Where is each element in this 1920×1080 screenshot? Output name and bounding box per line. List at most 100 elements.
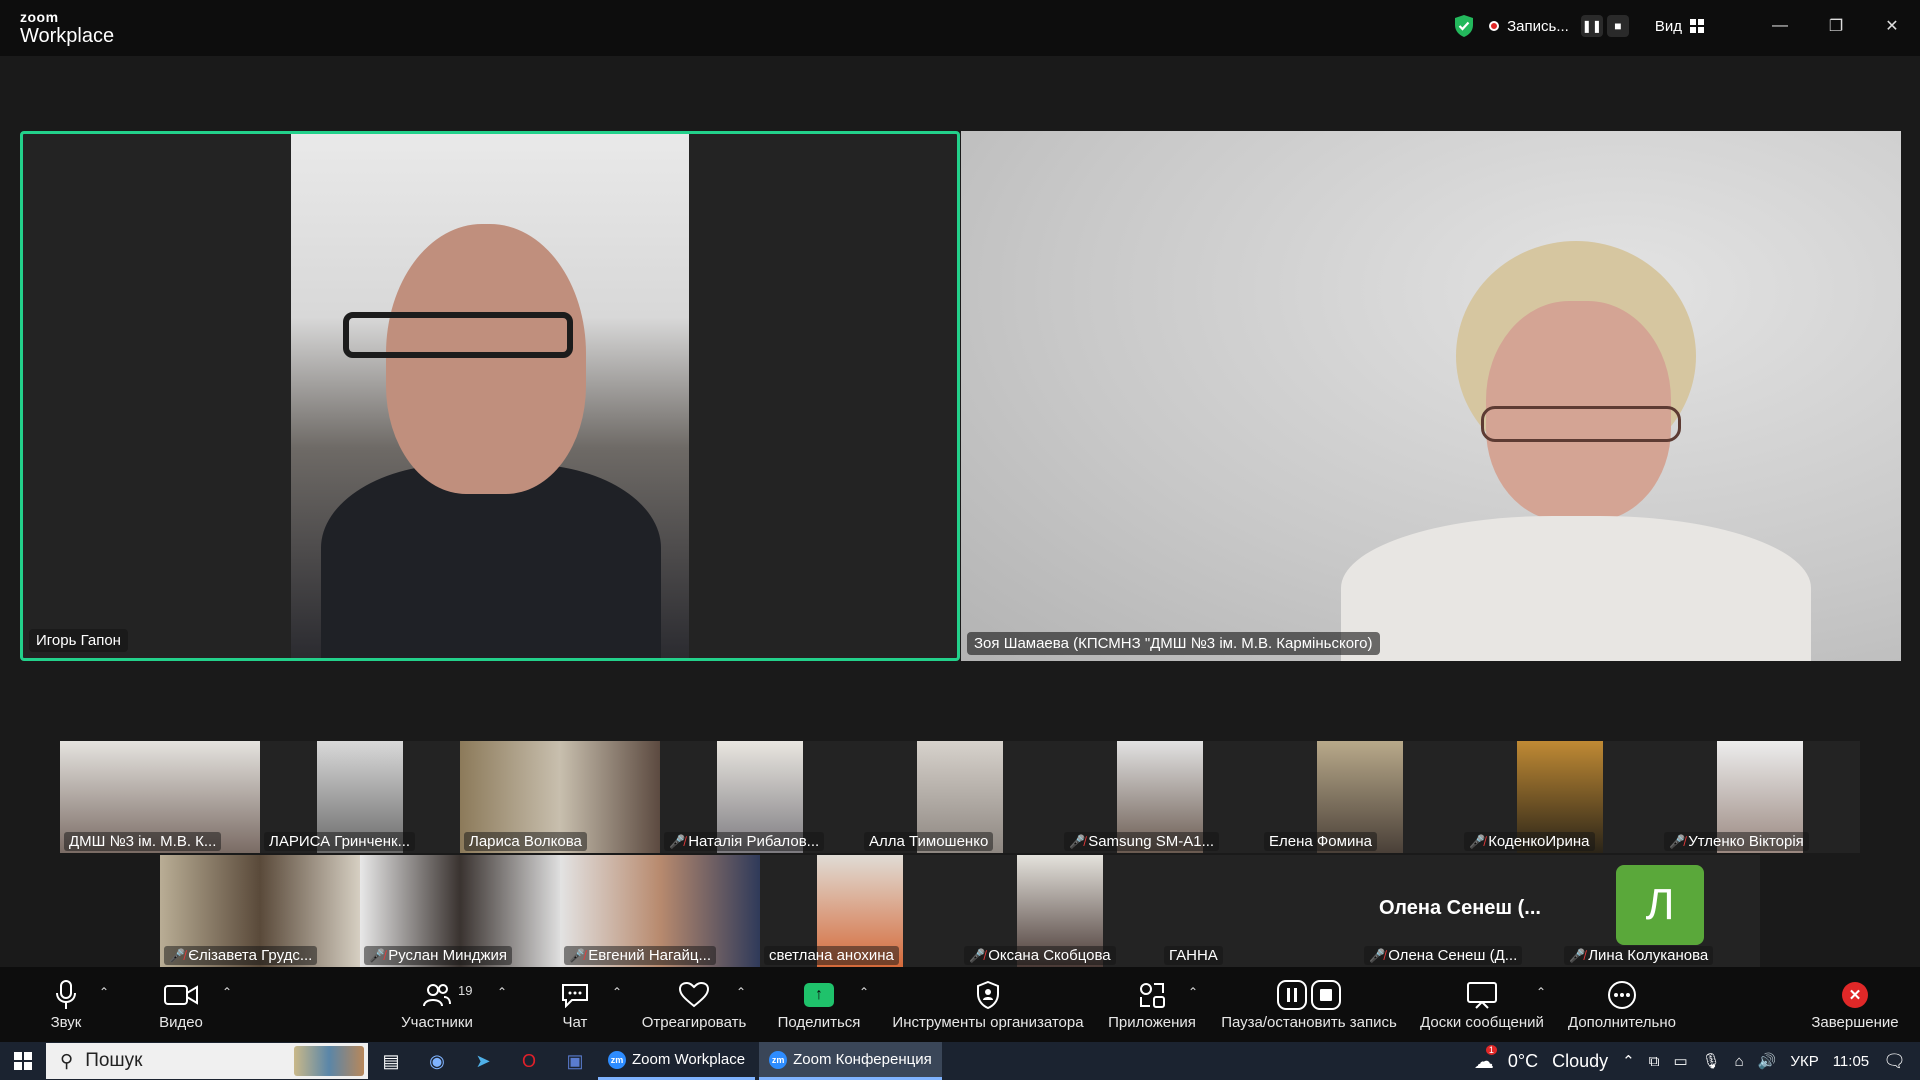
telegram-icon[interactable]: ➤ bbox=[460, 1042, 506, 1080]
participants-button[interactable]: Участники bbox=[398, 967, 476, 1042]
host-tools-button[interactable]: Инструменты организатора bbox=[890, 967, 1086, 1042]
participant-tile[interactable]: 🎤̸ Samsung SM-A1... bbox=[1060, 741, 1260, 853]
meet-now-icon[interactable]: ⧉ bbox=[1649, 1053, 1660, 1070]
participants-count: 19 bbox=[458, 983, 473, 998]
share-options-chevron-icon[interactable]: ⌃ bbox=[859, 985, 869, 999]
participant-tile[interactable]: ДМШ №3 ім. М.В. К... bbox=[60, 741, 260, 853]
recording-label[interactable]: Запись... bbox=[1507, 18, 1569, 35]
participant-name: 🎤̸ Евгений Нагайц... bbox=[564, 946, 716, 965]
mic-muted-icon: 🎤̸ bbox=[569, 948, 586, 963]
search-icon: ⚲ bbox=[60, 1050, 74, 1071]
mic-muted-icon: 🎤̸ bbox=[1569, 948, 1586, 963]
participant-tile[interactable]: 🎤̸ Утленко Вікторія bbox=[1660, 741, 1860, 853]
more-button[interactable]: Дополнительно bbox=[1566, 967, 1678, 1042]
participant-name: ДМШ №3 ім. М.В. К... bbox=[64, 832, 222, 851]
taskbar-search[interactable]: ⚲ Пошук bbox=[46, 1043, 368, 1079]
encryption-shield-icon[interactable] bbox=[1453, 14, 1475, 38]
react-options-chevron-icon[interactable]: ⌃ bbox=[736, 985, 746, 999]
input-language[interactable]: УКР bbox=[1790, 1053, 1818, 1070]
opera-icon[interactable]: O bbox=[506, 1042, 552, 1080]
app-logo: zoom Workplace bbox=[20, 10, 114, 46]
app-icon[interactable]: ▣ bbox=[552, 1042, 598, 1080]
share-screen-button[interactable]: ↑ Поделиться bbox=[776, 967, 862, 1042]
participant-name: 🎤̸ Руслан Минджия bbox=[364, 946, 513, 965]
whiteboard-icon bbox=[1467, 982, 1497, 1009]
notifications-icon[interactable]: 🗨 bbox=[1883, 1051, 1906, 1072]
participant-tile[interactable]: ГАННА bbox=[1160, 855, 1360, 967]
copilot-icon[interactable]: ◉ bbox=[414, 1042, 460, 1080]
mic-muted-icon: 🎤̸ bbox=[1469, 834, 1486, 849]
end-meeting-button[interactable]: ✕ Завершение bbox=[1810, 967, 1900, 1042]
participant-name: Лариса Волкова bbox=[464, 832, 587, 851]
whiteboards-button[interactable]: Доски сообщений bbox=[1416, 967, 1548, 1042]
taskbar-app-label: Zoom Конференция bbox=[793, 1051, 932, 1068]
gallery-row-1: ДМШ №3 ім. М.В. К... ЛАРИСА Гринченк... … bbox=[0, 741, 1920, 853]
mic-muted-icon: 🎤̸ bbox=[1069, 834, 1086, 849]
participant-tile[interactable]: Л 🎤̸ Лина Колуканова bbox=[1560, 855, 1760, 967]
participant-tile[interactable]: Олена Сенеш (... 🎤̸ Олена Сенеш (Д... bbox=[1360, 855, 1560, 967]
chat-options-chevron-icon[interactable]: ⌃ bbox=[612, 985, 622, 999]
task-view-icon[interactable]: ▤ bbox=[368, 1042, 414, 1080]
participant-tile[interactable]: 🎤̸ КоденкоИрина bbox=[1460, 741, 1660, 853]
speaker-video-2[interactable]: Зоя Шамаева (КПСМНЗ "ДМШ №3 ім. М.В. Кар… bbox=[961, 131, 1901, 661]
participant-tile[interactable]: Алла Тимошенко bbox=[860, 741, 1060, 853]
mic-muted-icon: 🎤̸ bbox=[369, 948, 386, 963]
participant-name: 🎤̸ Єлізавета Грудс... bbox=[164, 946, 318, 965]
react-button[interactable]: Отреагировать bbox=[640, 967, 748, 1042]
weather-badge: 1 bbox=[1485, 1044, 1497, 1055]
tray-overflow-chevron-icon[interactable]: ⌃ bbox=[1622, 1052, 1635, 1070]
minimize-button[interactable]: — bbox=[1752, 0, 1808, 52]
brand-large: Workplace bbox=[20, 25, 115, 47]
more-dots-icon bbox=[1608, 981, 1636, 1009]
participant-tile[interactable]: светлана анохина bbox=[760, 855, 960, 967]
start-button[interactable] bbox=[0, 1042, 46, 1080]
apps-button[interactable]: Приложения bbox=[1106, 967, 1198, 1042]
windows-taskbar: ⚲ Пошук ▤ ◉ ➤ O ▣ zm Zoom Workplace zm Z… bbox=[0, 1042, 1920, 1080]
system-tray: ☁ 1 0°C Cloudy ⌃ ⧉ ▭ 🎙 ⌂ 🔊 УКР 11:05 🗨 bbox=[1474, 1042, 1920, 1080]
audio-button[interactable]: Звук bbox=[46, 967, 86, 1042]
apps-icon bbox=[1140, 983, 1165, 1008]
participant-tile[interactable]: 🎤̸ Наталія Рибалов... bbox=[660, 741, 860, 853]
whiteboards-options-chevron-icon[interactable]: ⌃ bbox=[1536, 985, 1546, 999]
mic-muted-icon: 🎤̸ bbox=[1369, 948, 1386, 963]
search-highlight-image bbox=[294, 1046, 364, 1076]
volume-icon[interactable]: 🔊 bbox=[1758, 1052, 1777, 1070]
apps-options-chevron-icon[interactable]: ⌃ bbox=[1188, 985, 1198, 999]
pause-stop-recording-button[interactable]: Пауза/остановить запись bbox=[1218, 967, 1400, 1042]
weather-description[interactable]: Cloudy bbox=[1552, 1051, 1608, 1072]
participant-tile[interactable]: ЛАРИСА Гринченк... bbox=[260, 741, 460, 853]
taskbar-app-zoom-workplace[interactable]: zm Zoom Workplace bbox=[598, 1042, 756, 1080]
participant-tile[interactable]: 🎤̸ Оксана Скобцова bbox=[960, 855, 1160, 967]
gallery-row-2: 🎤̸ Єлізавета Грудс... 🎤̸ Руслан Минджия 🎤̸… bbox=[0, 855, 1920, 967]
participant-tile[interactable]: Елена Фомина bbox=[1260, 741, 1460, 853]
end-x-icon: ✕ bbox=[1842, 982, 1868, 1008]
restore-button[interactable]: ❐ bbox=[1808, 0, 1864, 52]
participant-tile[interactable]: Лариса Волкова bbox=[460, 741, 660, 853]
weather-cloud-icon[interactable]: ☁ 1 bbox=[1474, 1044, 1497, 1074]
participant-name: 🎤̸ Лина Колуканова bbox=[1564, 946, 1714, 965]
taskbar-app-zoom-meeting[interactable]: zm Zoom Конференция bbox=[759, 1042, 942, 1080]
chat-button[interactable]: Чат bbox=[558, 967, 592, 1042]
network-icon[interactable]: ⌂ bbox=[1735, 1053, 1744, 1070]
participant-tile[interactable]: 🎤̸ Евгений Нагайц... bbox=[560, 855, 760, 967]
participants-options-chevron-icon[interactable]: ⌃ bbox=[497, 985, 507, 999]
title-bar: zoom Workplace Запись... ❚❚ ■ Вид — ❐ ✕ bbox=[0, 0, 1920, 56]
video-options-chevron-icon[interactable]: ⌃ bbox=[222, 985, 232, 999]
video-button[interactable]: Видео bbox=[158, 967, 204, 1042]
mic-muted-icon: 🎤̸ bbox=[969, 948, 986, 963]
participant-tile[interactable]: 🎤̸ Єлізавета Грудс... bbox=[160, 855, 360, 967]
audio-options-chevron-icon[interactable]: ⌃ bbox=[99, 985, 109, 999]
view-button[interactable]: Вид bbox=[1655, 18, 1682, 35]
battery-icon[interactable]: ▭ bbox=[1673, 1052, 1687, 1070]
microphone-tray-icon[interactable]: 🎙 bbox=[1702, 1052, 1721, 1070]
weather-temperature[interactable]: 0°C bbox=[1508, 1051, 1538, 1072]
close-window-button[interactable]: ✕ bbox=[1864, 0, 1920, 52]
participant-tile[interactable]: 🎤̸ Руслан Минджия bbox=[360, 855, 560, 967]
pause-recording-button[interactable]: ❚❚ bbox=[1580, 15, 1603, 37]
speaker-video-1[interactable]: Игорь Гапон bbox=[20, 131, 960, 661]
view-grid-icon[interactable] bbox=[1690, 19, 1704, 33]
participant-name: ГАННА bbox=[1164, 946, 1223, 965]
stop-recording-button[interactable]: ■ bbox=[1606, 15, 1629, 37]
participant-name: Алла Тимошенко bbox=[864, 832, 994, 851]
clock-time[interactable]: 11:05 bbox=[1833, 1053, 1869, 1070]
